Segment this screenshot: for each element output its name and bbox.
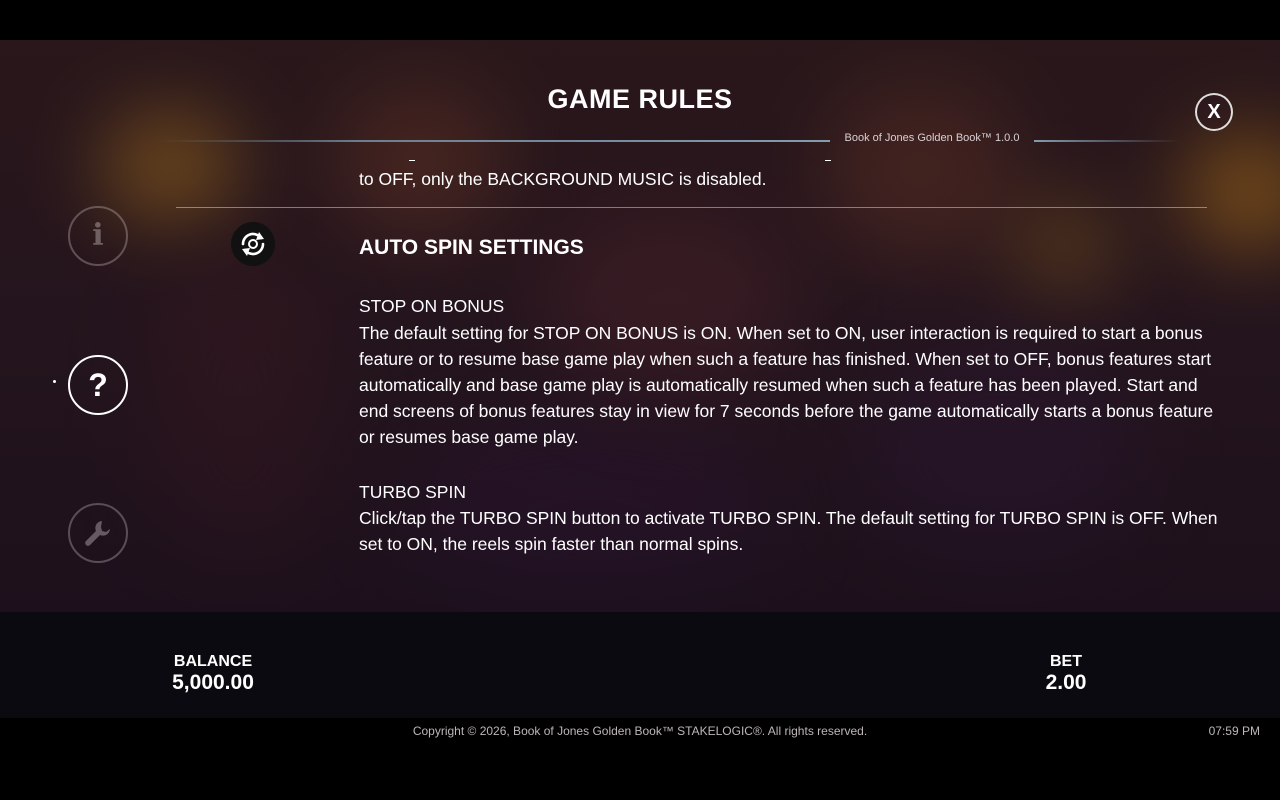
close-icon: X xyxy=(1207,100,1221,123)
stop-on-bonus-heading: STOP ON BONUS xyxy=(359,296,505,316)
help-icon: ? xyxy=(88,367,108,403)
section-divider xyxy=(176,207,1207,208)
info-icon: i xyxy=(92,218,104,253)
bet-display: BET 2.00 xyxy=(1016,653,1116,695)
section-heading: AUTO SPIN SETTINGS xyxy=(359,236,584,259)
sidebar-item-info[interactable]: i xyxy=(68,206,128,266)
game-version: Book of Jones Golden Book™ 1.0.0 xyxy=(844,132,1020,144)
header-divider-right xyxy=(1034,140,1180,142)
turbo-spin-text: Click/tap the TURBO SPIN button to activ… xyxy=(359,508,1218,554)
page-title: GAME RULES xyxy=(547,84,733,114)
turbo-spin-heading: TURBO SPIN xyxy=(359,482,466,502)
close-button[interactable]: X xyxy=(1195,93,1233,131)
header-divider-left xyxy=(160,140,830,142)
copyright-text: Copyright © 2026, Book of Jones Golden B… xyxy=(412,724,868,738)
sidebar-item-help[interactable]: ? xyxy=(68,355,128,415)
sidebar-item-settings[interactable] xyxy=(68,503,128,563)
bet-value: 2.00 xyxy=(1045,671,1087,694)
clock: 07:59 PM xyxy=(1208,724,1260,738)
auto-spin-icon xyxy=(231,222,275,266)
balance-value: 5,000.00 xyxy=(172,671,254,694)
game-rules-screen: GAME RULES X Book of Jones Golden Book™ … xyxy=(0,0,1280,800)
bet-label: BET xyxy=(1050,653,1082,670)
scroll-marker-right xyxy=(825,160,831,161)
balance-label: BALANCE xyxy=(173,653,253,670)
active-indicator xyxy=(53,380,56,383)
balance-display: BALANCE 5,000.00 xyxy=(153,653,273,695)
stop-on-bonus-text: The default setting for STOP ON BONUS is… xyxy=(359,323,1214,447)
wrench-icon xyxy=(82,517,114,549)
scroll-marker-left xyxy=(409,160,415,161)
previous-section-tail: to OFF, only the BACKGROUND MUSIC is dis… xyxy=(359,169,767,189)
